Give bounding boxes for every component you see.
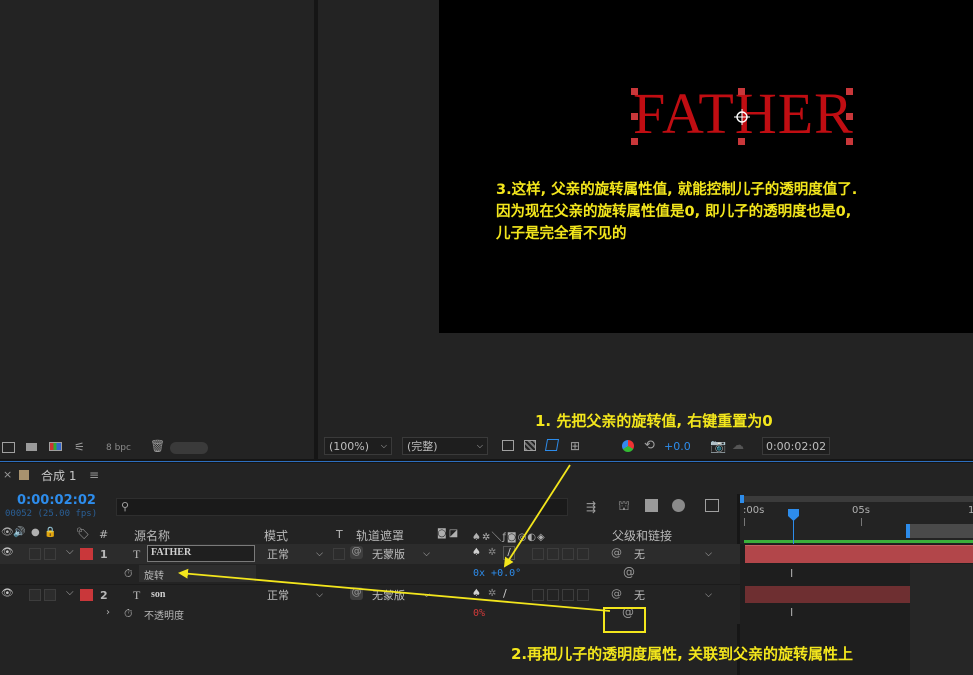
arrow-step2 (178, 568, 611, 612)
arrow-step1 (503, 464, 571, 568)
annotation-arrows (178, 464, 611, 612)
